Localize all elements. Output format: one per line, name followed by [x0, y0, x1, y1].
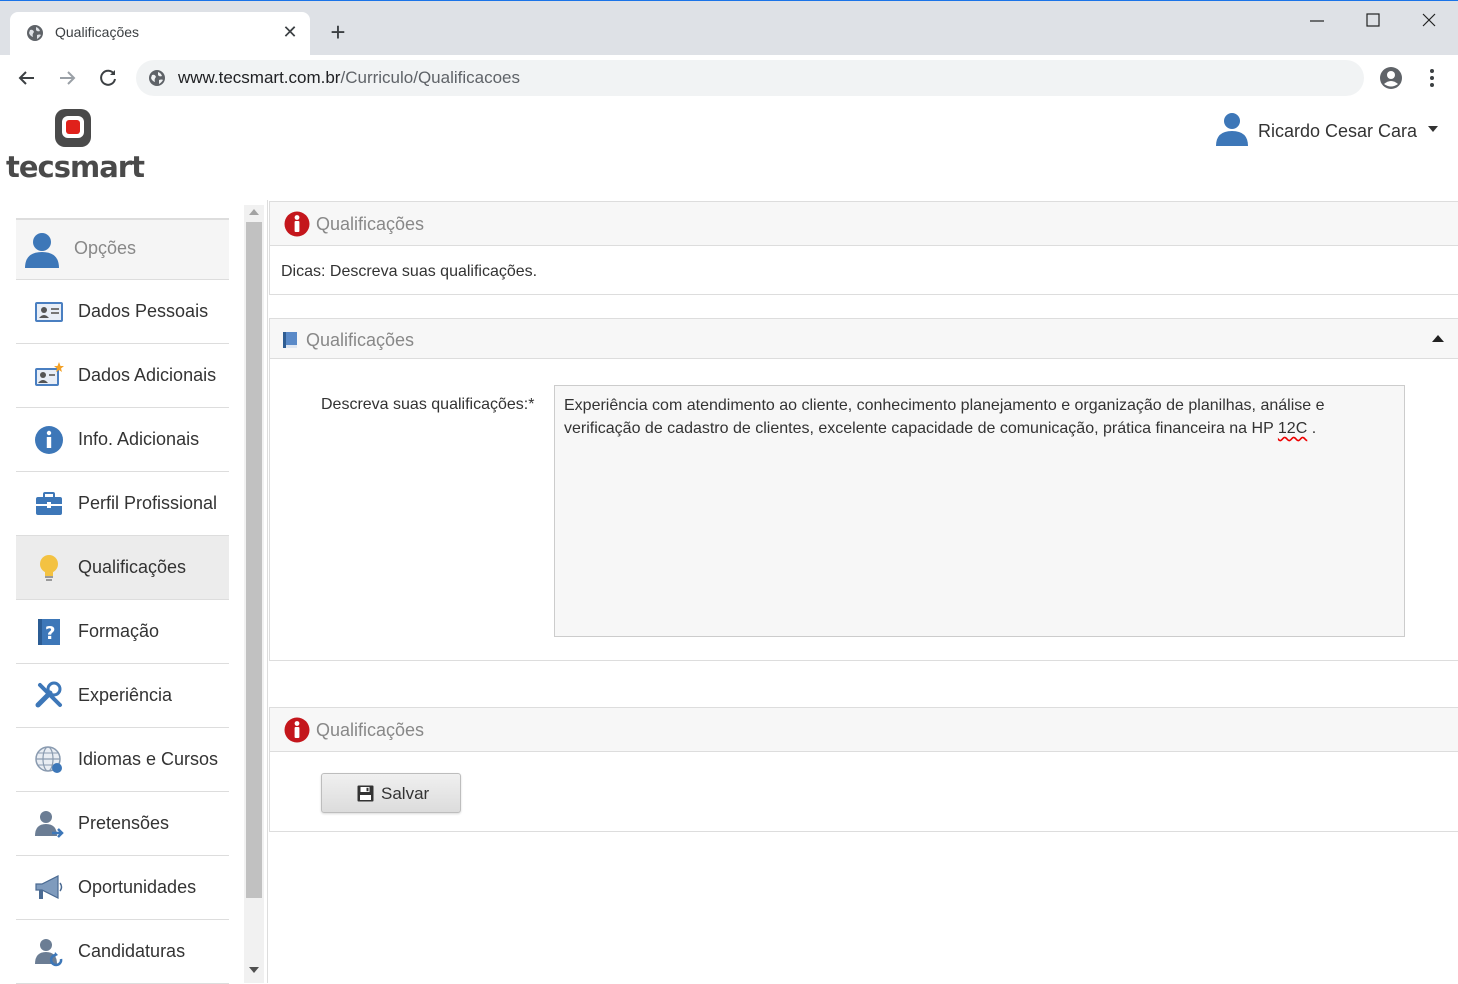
megaphone-icon: [35, 875, 63, 899]
info-alert-icon: [284, 717, 310, 743]
maximize-icon[interactable]: [1358, 9, 1388, 33]
sidebar-item-label: Pretensões: [78, 813, 170, 833]
save-button-label: Salvar: [381, 784, 430, 803]
url-path: /Curriculo/Qualificacoes: [340, 68, 520, 87]
panel-title: Qualificações: [316, 720, 425, 740]
sidebar-item-candidaturas[interactable]: Candidaturas: [16, 920, 229, 984]
user-name: Ricardo Cesar Cara: [1258, 121, 1418, 141]
sidebar-item-label: Candidaturas: [78, 941, 186, 961]
user-refresh-icon: [35, 939, 63, 967]
globe-icon: [27, 25, 43, 41]
id-card-star-icon: [35, 362, 64, 386]
user-menu-caret-icon[interactable]: [1428, 126, 1438, 132]
panel-heading[interactable]: Qualificações: [270, 319, 1458, 359]
site-header: tecsmart Ricardo Cesar Cara: [0, 100, 1458, 200]
sidebar-item-oportunidades[interactable]: Oportunidades: [16, 856, 229, 920]
scroll-down-icon[interactable]: [249, 967, 259, 973]
sidebar-menu: Dados Pessoais Dados Adicionais Info. Ad…: [16, 280, 229, 984]
minimize-icon[interactable]: [1302, 9, 1332, 33]
actions-panel: Qualificações Salvar: [269, 707, 1458, 832]
textarea-text-end: .: [1307, 420, 1317, 437]
panel-heading: Qualificações: [270, 708, 1458, 752]
sidebar-item-idiomas-cursos[interactable]: Idiomas e Cursos: [16, 728, 229, 792]
browser-toolbar: www.tecsmart.com.br/Curriculo/Qualificac…: [0, 55, 1458, 101]
panel-title: Qualificações: [306, 330, 415, 350]
sidebar-item-qualificacoes[interactable]: Qualificações: [16, 536, 229, 600]
question-book-icon: ?: [38, 619, 60, 645]
sidebar-item-label: Qualificações: [78, 557, 187, 577]
user-arrow-icon: [35, 811, 64, 838]
sidebar-item-experiencia[interactable]: Experiência: [16, 664, 229, 728]
panel-heading: Qualificações: [270, 202, 1458, 246]
floppy-disk-icon: [357, 785, 374, 802]
sidebar-item-label: Perfil Profissional: [78, 493, 218, 513]
save-button[interactable]: Salvar: [321, 773, 461, 813]
logo-mark-icon: [55, 109, 91, 147]
tecsmart-logo[interactable]: tecsmart: [6, 108, 145, 184]
collapse-caret-icon[interactable]: [1432, 335, 1444, 342]
panel-title: Qualificações: [316, 214, 425, 234]
sidebar-item-label: Idiomas e Cursos: [78, 749, 219, 769]
qualificacoes-form-panel: Qualificações Descreva suas qualificaçõe…: [269, 318, 1458, 661]
tab-close-icon[interactable]: ✕: [280, 22, 300, 42]
sidebar-header: Opções: [16, 218, 229, 280]
svg-text:?: ?: [45, 623, 55, 644]
sidebar-item-dados-adicionais[interactable]: Dados Adicionais: [16, 344, 229, 408]
site-globe-icon[interactable]: [148, 69, 166, 87]
sidebar-header-label: Opções: [74, 238, 137, 258]
textarea-text: Experiência com atendimento ao cliente, …: [564, 397, 1325, 437]
kebab-menu-icon[interactable]: [1422, 65, 1442, 91]
url-text[interactable]: www.tecsmart.com.br/Curriculo/Qualificac…: [178, 68, 520, 88]
scroll-up-icon[interactable]: [249, 209, 259, 215]
info-alert-icon: [284, 211, 310, 237]
sidebar-item-label: Experiência: [78, 685, 173, 705]
id-card-icon: [35, 302, 63, 322]
window-close-icon[interactable]: [1414, 9, 1444, 33]
logo-text: tecsmart: [6, 150, 145, 184]
book-icon: [283, 332, 297, 348]
sidebar-item-info-adicionais[interactable]: Info. Adicionais: [16, 408, 229, 472]
sidebar-item-label: Dados Pessoais: [78, 301, 209, 321]
browser-tab[interactable]: Qualificações ✕: [10, 12, 310, 55]
address-bar[interactable]: www.tecsmart.com.br/Curriculo/Qualificac…: [136, 60, 1364, 96]
tools-icon: [35, 681, 62, 708]
profile-icon[interactable]: [1378, 65, 1404, 91]
globe-icon: [35, 746, 62, 773]
sidebar-item-label: Formação: [78, 621, 160, 641]
sidebar-item-label: Oportunidades: [78, 877, 197, 897]
tips-panel: Qualificações Dicas: Descreva suas quali…: [269, 201, 1458, 295]
sidebar-item-dados-pessoais[interactable]: Dados Pessoais: [16, 280, 229, 344]
forward-arrow-icon[interactable]: [54, 65, 80, 91]
scroll-thumb[interactable]: [246, 222, 262, 898]
new-tab-button[interactable]: +: [326, 19, 350, 45]
sidebar-scrollbar[interactable]: [244, 205, 264, 983]
url-host: www.tecsmart.com.br: [178, 68, 341, 87]
qualificacoes-textarea[interactable]: Experiência com atendimento ao cliente, …: [554, 385, 1405, 637]
sidebar-item-formacao[interactable]: ? Formação: [16, 600, 229, 664]
qualificacoes-field-label: Descreva suas qualificações:*: [321, 396, 535, 413]
sidebar-item-label: Info. Adicionais: [78, 429, 200, 449]
back-arrow-icon[interactable]: [14, 65, 40, 91]
misspelled-word: 12C: [1277, 420, 1308, 437]
tips-text: Dicas: Descreva suas qualificações.: [281, 263, 538, 280]
info-icon: [35, 426, 63, 454]
user-icon: [1216, 113, 1248, 146]
sidebar-item-label: Dados Adicionais: [78, 365, 217, 385]
tab-title: Qualificações: [55, 24, 140, 40]
browser-chrome: Qualificações ✕ + www.tecsmart.com.br/Cu…: [0, 0, 1458, 101]
sidebar-divider: [267, 200, 268, 983]
sidebar-item-perfil-profissional[interactable]: Perfil Profissional: [16, 472, 229, 536]
reload-icon[interactable]: [95, 65, 121, 91]
lightbulb-icon: [40, 555, 58, 581]
user-icon: [25, 233, 59, 268]
briefcase-icon: [36, 492, 62, 515]
sidebar: Opções Dados Pessoais Dados Adicionais I…: [0, 200, 268, 984]
sidebar-item-pretensoes[interactable]: Pretensões: [16, 792, 229, 856]
